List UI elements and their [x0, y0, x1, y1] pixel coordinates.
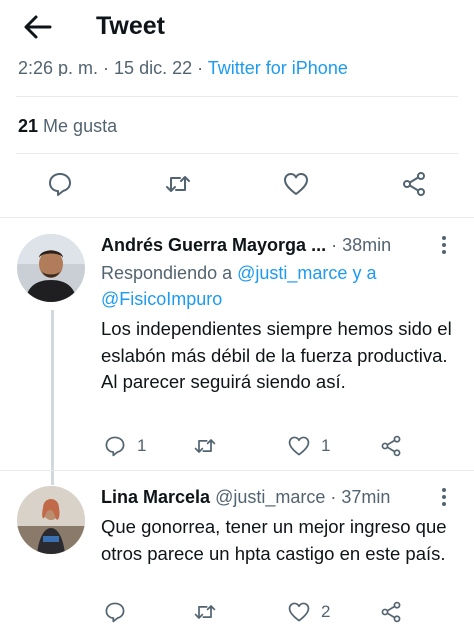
top-bar: Tweet	[0, 0, 474, 52]
tweet-action-bar	[0, 168, 474, 204]
tweet-time: 2:26 p. m.	[18, 58, 99, 76]
heart-icon	[284, 173, 308, 195]
back-arrow-icon[interactable]	[20, 10, 54, 44]
divider	[0, 217, 474, 218]
mention-join: y a	[352, 263, 377, 283]
tweet-likes-stat[interactable]: 21 Me gusta	[18, 114, 117, 138]
heart-icon	[288, 436, 310, 456]
like-count: 1	[321, 436, 331, 455]
avatar[interactable]	[17, 234, 85, 302]
heart-icon	[288, 602, 310, 622]
retweet-button[interactable]	[162, 168, 194, 200]
retweet-icon	[194, 605, 216, 619]
tweet-date: 15 dic. 22	[114, 58, 193, 76]
reply-count: 1	[137, 436, 147, 455]
comment-icon	[49, 173, 71, 196]
share-icon	[381, 601, 401, 623]
reply-action-bar: 2	[101, 598, 421, 626]
thread-connector	[51, 310, 54, 485]
share-icon	[381, 435, 401, 457]
share-button[interactable]	[379, 432, 403, 460]
author-handle[interactable]: @justi_marce	[215, 487, 325, 507]
retweet-icon	[194, 439, 216, 453]
author-name[interactable]: Andrés Guerra Mayorga ...	[101, 235, 326, 255]
reply-button[interactable]	[44, 168, 76, 200]
mention-link[interactable]: @justi_marce	[237, 263, 347, 283]
reply-text: Que gonorrea, tener un mejor ingreso que…	[101, 516, 447, 564]
reply-time: 37min	[341, 487, 391, 507]
retweet-button[interactable]	[193, 598, 217, 626]
author-name[interactable]: Lina Marcela	[101, 487, 210, 507]
replying-prefix: Respondiendo a	[101, 263, 233, 283]
avatar[interactable]	[17, 486, 85, 554]
share-button[interactable]	[379, 598, 403, 626]
like-button[interactable]: 2	[287, 598, 330, 626]
comment-icon	[105, 602, 125, 623]
like-label: Me gusta	[43, 116, 118, 136]
reply-button[interactable]: 1	[103, 432, 146, 460]
divider	[16, 96, 458, 97]
more-options-icon[interactable]	[434, 486, 454, 508]
divider	[0, 470, 474, 471]
tweet-source-link[interactable]: Twitter for iPhone	[208, 58, 348, 76]
mention-link[interactable]: @FisicoImpuro	[101, 289, 222, 309]
reply-text: Los independientes siempre hemos sido el…	[101, 318, 452, 392]
more-options-icon[interactable]	[434, 234, 454, 256]
reply-action-bar: 1 1	[101, 432, 421, 460]
replying-to: Respondiendo a @justi_marce y a @FisicoI…	[101, 260, 454, 312]
reply-header: Lina Marcela @justi_marce · 37min	[101, 484, 454, 510]
reply-time: 38min	[342, 235, 392, 255]
comment-icon	[105, 436, 125, 457]
like-count: 2	[321, 602, 331, 621]
reply-content: Lina Marcela @justi_marce · 37min Que go…	[101, 484, 454, 567]
like-button[interactable]: 1	[287, 432, 330, 460]
reply-header: Andrés Guerra Mayorga ... · 38min	[101, 232, 454, 258]
reply-content: Andrés Guerra Mayorga ... · 38min Respon…	[101, 232, 454, 396]
reply-button[interactable]	[103, 598, 127, 626]
share-button[interactable]	[398, 168, 430, 200]
like-count: 21	[18, 116, 39, 136]
like-button[interactable]	[280, 168, 312, 200]
retweet-icon	[166, 176, 190, 192]
page-title: Tweet	[96, 12, 165, 40]
share-icon	[403, 172, 425, 196]
divider	[16, 153, 458, 154]
retweet-button[interactable]	[193, 432, 217, 460]
tweet-timestamp: 2:26 p. m. · 15 dic. 22 · Twitter for iP…	[18, 58, 348, 76]
